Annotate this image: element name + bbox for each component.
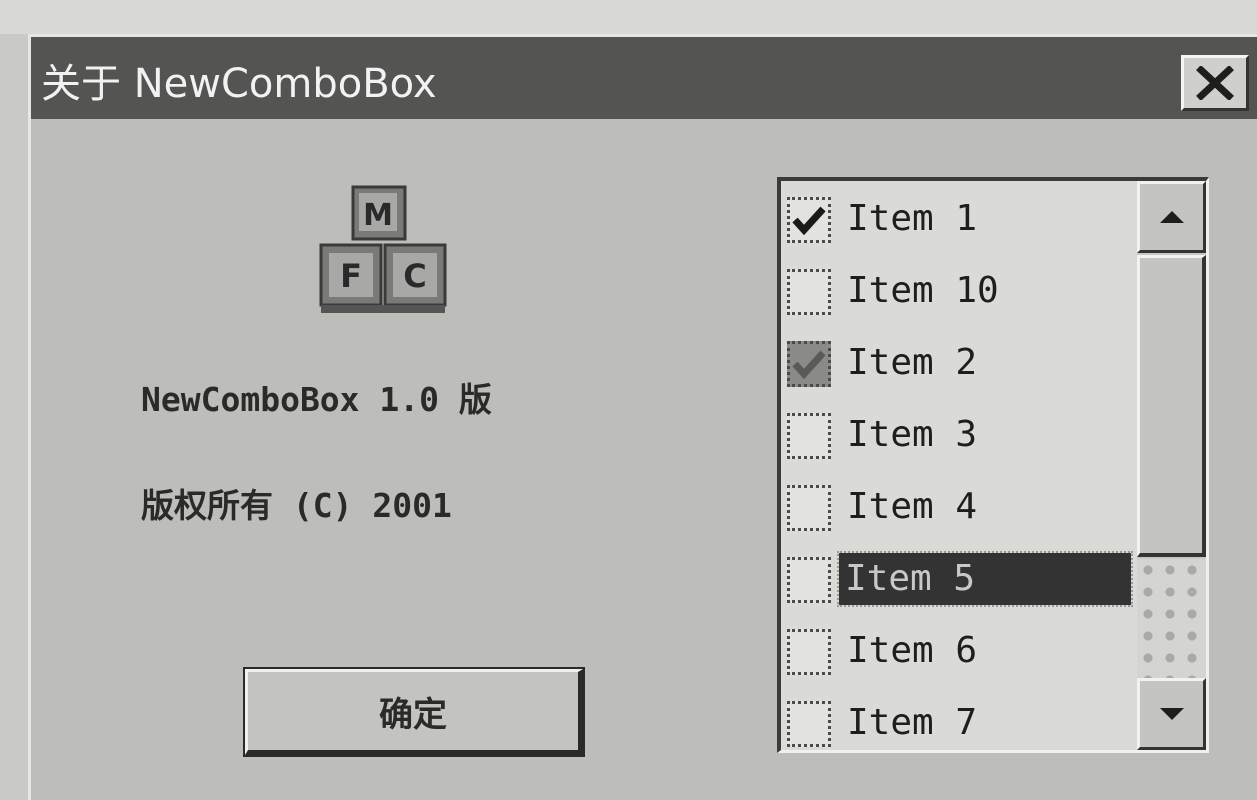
list-item[interactable]: Item 7 xyxy=(781,687,1137,750)
version-label: NewComboBox 1.0 版 xyxy=(141,380,492,419)
item-label: Item 6 xyxy=(847,630,978,671)
item-checkbox[interactable] xyxy=(787,269,831,315)
checklist-items: Item 1 Item 10 Item 2 Item 3 Item 4 Item 5 Ite… xyxy=(781,181,1137,750)
item-label: Item 2 xyxy=(847,342,978,383)
svg-text:C: C xyxy=(403,257,426,295)
item-label: Item 3 xyxy=(847,414,978,455)
item-label: Item 5 xyxy=(837,551,1133,607)
copyright-label: 版权所有 (C) 2001 xyxy=(141,486,452,525)
list-item[interactable]: Item 4 xyxy=(781,471,1137,543)
item-label: Item 10 xyxy=(847,270,999,311)
list-item[interactable]: Item 5 xyxy=(781,543,1137,615)
item-checkbox[interactable] xyxy=(787,557,831,603)
ok-button[interactable]: 确定 xyxy=(243,667,585,757)
title-bar[interactable]: 关于 NewComboBox xyxy=(31,37,1257,119)
about-dialog: 关于 NewComboBox M F C NewComboBox 1.0 版 版… xyxy=(28,34,1257,800)
item-checkbox[interactable] xyxy=(787,701,831,747)
scroll-track[interactable] xyxy=(1137,559,1206,678)
item-label: Item 7 xyxy=(847,702,978,743)
close-icon xyxy=(1196,66,1234,100)
item-checkbox[interactable] xyxy=(787,197,831,243)
checkmark-icon xyxy=(792,350,826,379)
item-checkbox[interactable] xyxy=(787,485,831,531)
item-checkbox[interactable] xyxy=(787,341,831,387)
svg-text:F: F xyxy=(340,257,362,295)
svg-text:M: M xyxy=(363,198,393,233)
list-item[interactable]: Item 2 xyxy=(781,327,1137,399)
page-background xyxy=(0,0,1257,34)
item-label: Item 4 xyxy=(847,486,978,527)
scroll-up-button[interactable] xyxy=(1137,181,1206,253)
arrow-up-icon xyxy=(1159,211,1184,223)
item-checkbox[interactable] xyxy=(787,413,831,459)
item-label: Item 1 xyxy=(847,198,978,239)
arrow-down-icon xyxy=(1159,708,1184,720)
scroll-down-button[interactable] xyxy=(1137,678,1206,750)
vertical-scrollbar[interactable] xyxy=(1137,181,1206,750)
list-item[interactable]: Item 6 xyxy=(781,615,1137,687)
checkmark-icon xyxy=(792,206,826,235)
list-item[interactable]: Item 3 xyxy=(781,399,1137,471)
item-checkbox[interactable] xyxy=(787,629,831,675)
checklist-box[interactable]: Item 1 Item 10 Item 2 Item 3 Item 4 Item 5 Ite… xyxy=(777,177,1209,753)
list-item[interactable]: Item 1 xyxy=(781,183,1137,255)
scroll-thumb[interactable] xyxy=(1137,255,1206,557)
close-button[interactable] xyxy=(1181,55,1249,111)
mfc-blocks-icon: M F C xyxy=(317,183,453,317)
list-item[interactable]: Item 10 xyxy=(781,255,1137,327)
window-title: 关于 NewComboBox xyxy=(41,61,437,107)
